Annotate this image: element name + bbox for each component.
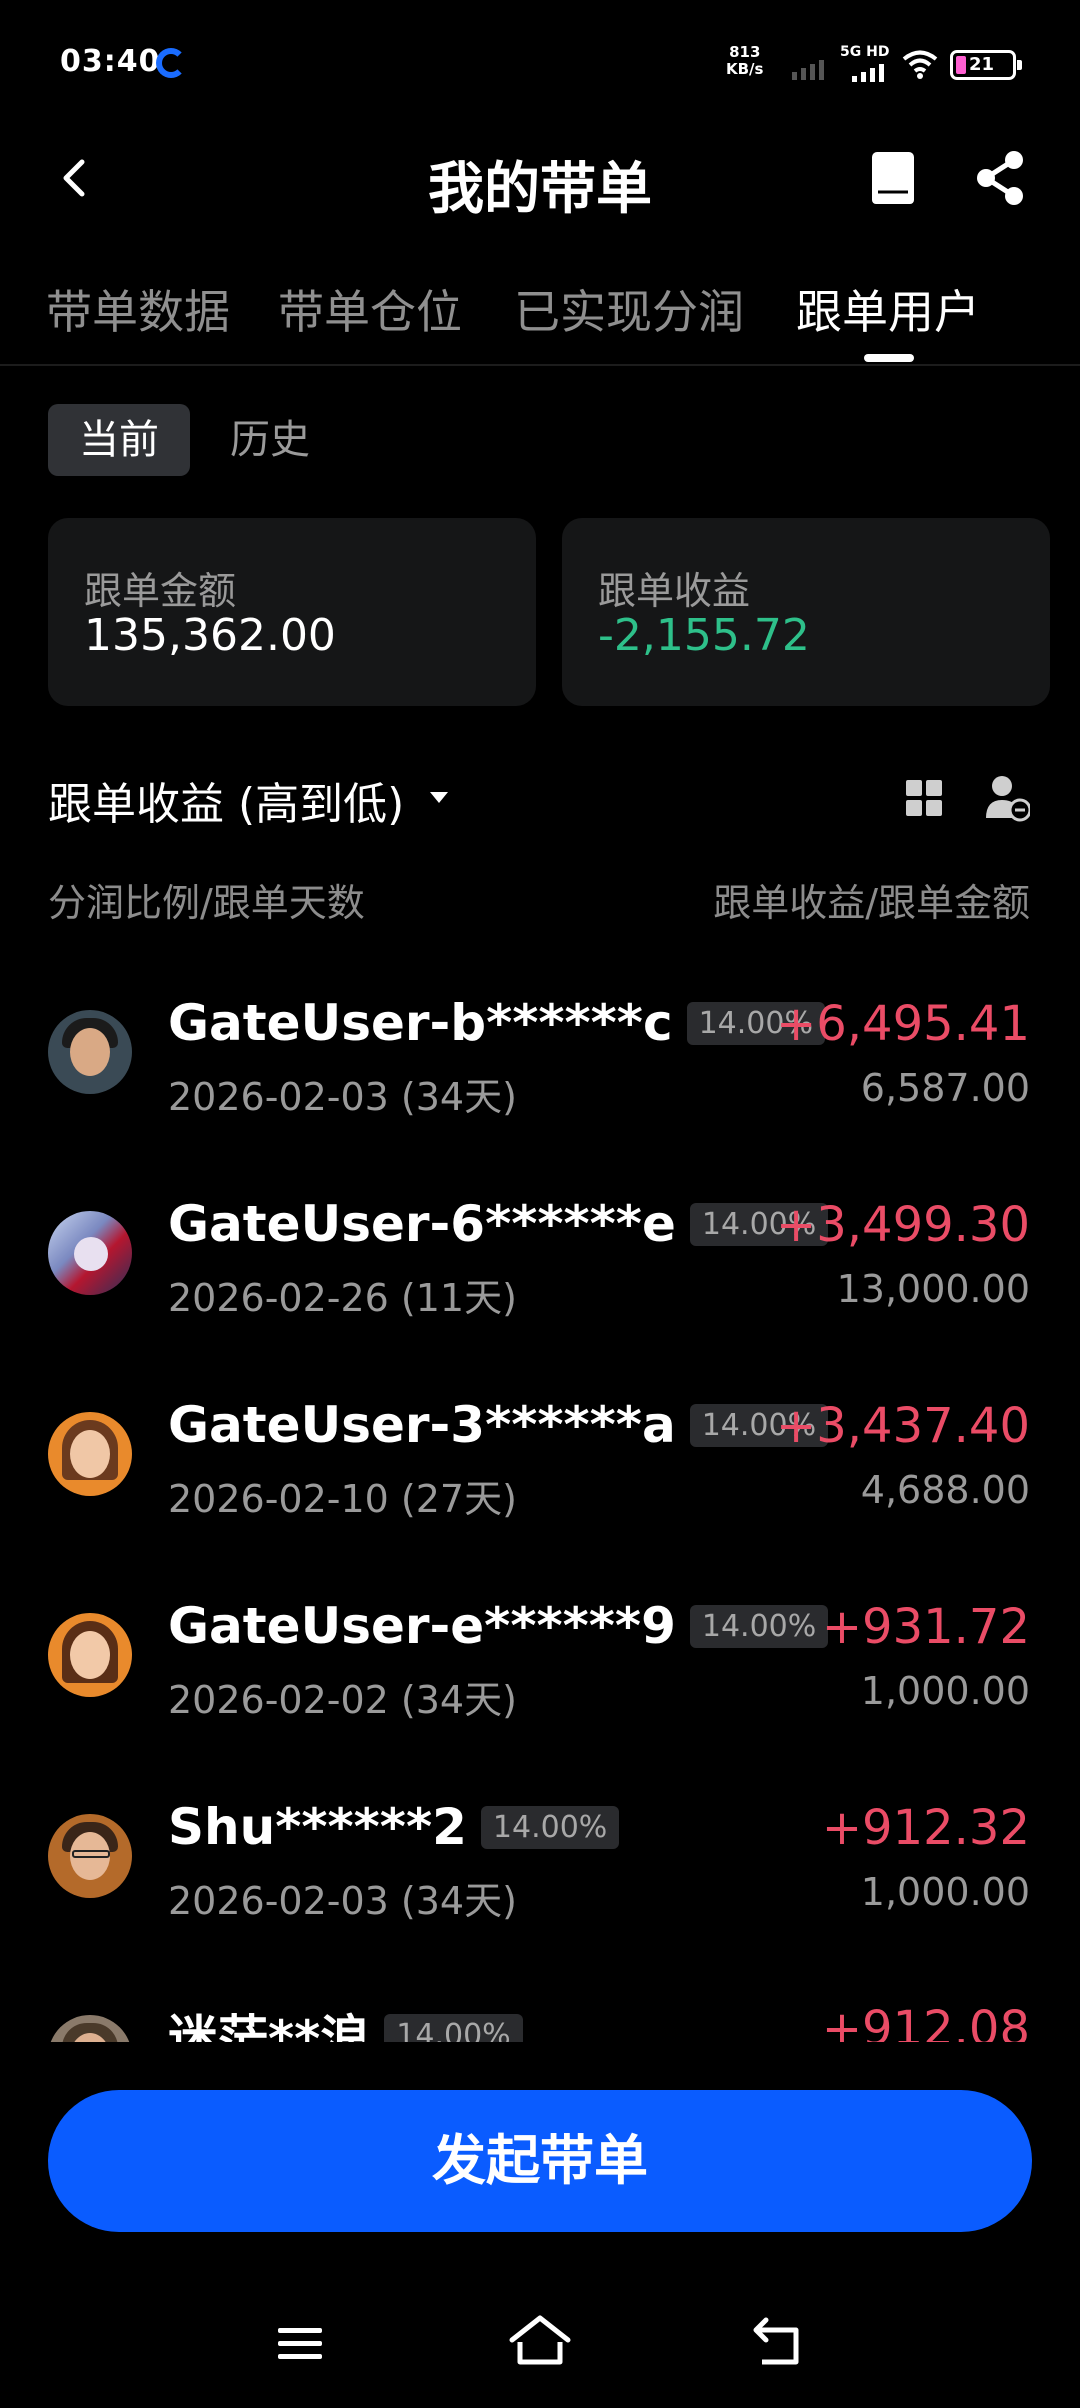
tab-realized-profit-share[interactable]: 已实现分润 <box>514 276 744 342</box>
copy-amount-value: 135,362.00 <box>84 610 336 661</box>
profit-share-ratio-badge: 14.00% <box>689 1604 829 1648</box>
network-speed-value: 813 <box>729 43 761 61</box>
tab-positions[interactable]: 带单仓位 <box>278 276 462 342</box>
page-title: 我的带单 <box>428 157 652 222</box>
follow-date: 2026-02-10 (27天) <box>168 1477 517 1521</box>
wifi-icon <box>902 50 938 79</box>
caret-down-icon[interactable] <box>430 792 448 803</box>
follower-name: GateUser-e******9 <box>168 1597 676 1655</box>
follow-date: 2026-02-03 (34天) <box>168 1879 517 1923</box>
follower-profit: +3,437.40 <box>776 1398 1030 1454</box>
tab-active-indicator <box>864 354 914 362</box>
follow-date: 2026-02-02 (34天) <box>168 1678 517 1722</box>
follower-profit: +3,499.30 <box>776 1197 1030 1253</box>
header: 我的带单 <box>0 130 1080 226</box>
follower-row[interactable]: GateUser-3******a 14.00% 2026-02-10 (27天… <box>0 1348 1080 1549</box>
follower-name: GateUser-6******e <box>168 1195 676 1253</box>
tab-bar: 带单数据 带单仓位 已实现分润 跟单用户 <box>0 270 1080 366</box>
segment-current[interactable]: 当前 <box>48 404 190 476</box>
column-header-ratio-days: 分润比例/跟单天数 <box>48 881 365 925</box>
tab-data[interactable]: 带单数据 <box>46 276 230 342</box>
follower-amount: 6,587.00 <box>860 1066 1030 1110</box>
start-lead-trading-button[interactable]: 发起带单 <box>48 2090 1032 2232</box>
status-bar: 03:40 813 KB/s 5G HD 21 <box>0 0 1080 130</box>
grid-view-icon[interactable] <box>904 778 944 818</box>
signal-icon <box>792 56 824 80</box>
copy-profit-label: 跟单收益 <box>598 569 751 613</box>
follow-date: 2026-02-03 (34天) <box>168 1075 517 1119</box>
follower-row[interactable]: GateUser-6******e 14.00% 2026-02-26 (11天… <box>0 1147 1080 1348</box>
app-sync-icon <box>156 48 186 78</box>
book-icon[interactable] <box>868 150 918 206</box>
home-icon[interactable] <box>508 2312 572 2368</box>
copy-amount-label: 跟单金额 <box>84 569 237 613</box>
follower-name: 迷茫**浪 <box>168 2010 371 2042</box>
follower-amount: 1,000.00 <box>860 1669 1030 1713</box>
follower-profit: +931.72 <box>821 1599 1030 1655</box>
avatar <box>48 2015 132 2042</box>
follower-profit: +6,495.41 <box>776 996 1030 1052</box>
copy-profit-card: 跟单收益 -2,155.72 <box>562 518 1050 706</box>
avatar <box>48 1412 132 1496</box>
share-icon[interactable] <box>972 148 1028 208</box>
follower-row[interactable]: GateUser-b******c 14.00% 2026-02-03 (34天… <box>0 946 1080 1147</box>
copy-amount-card: 跟单金额 135,362.00 <box>48 518 536 706</box>
follow-date: 2026-02-26 (11天) <box>168 1276 517 1320</box>
follower-row[interactable]: GateUser-e******9 14.00% 2026-02-02 (34天… <box>0 1549 1080 1750</box>
network-speed-unit: KB/s <box>726 60 764 78</box>
follower-row[interactable]: Shu******2 14.00% 2026-02-03 (34天) +912.… <box>0 1750 1080 1951</box>
avatar <box>48 1010 132 1094</box>
segment-history[interactable]: 历史 <box>230 404 310 476</box>
follower-profit: +912.32 <box>821 1800 1030 1856</box>
follower-name: Shu******2 <box>168 1798 467 1856</box>
column-header-profit-amount: 跟单收益/跟单金额 <box>713 881 1030 925</box>
follower-amount: 4,688.00 <box>860 1468 1030 1512</box>
network-speed: 813 KB/s <box>726 44 763 78</box>
status-time: 03:40 <box>60 44 161 79</box>
sort-dropdown[interactable]: 跟单收益 (高到低) <box>48 768 404 832</box>
battery-icon: 21 <box>950 50 1022 80</box>
follower-amount: 1,000.00 <box>860 1870 1030 1914</box>
follower-list: GateUser-b******c 14.00% 2026-02-03 (34天… <box>0 946 1080 2042</box>
follower-profit: +912.08 <box>821 2001 1030 2042</box>
avatar <box>48 1613 132 1697</box>
follower-name: GateUser-b******c <box>168 994 673 1052</box>
copy-profit-value: -2,155.72 <box>598 610 810 661</box>
follower-amount: 13,000.00 <box>836 1267 1030 1311</box>
avatar <box>48 1814 132 1898</box>
follower-name: GateUser-3******a <box>168 1396 676 1454</box>
tab-followers[interactable]: 跟单用户 <box>796 276 980 342</box>
user-remove-icon[interactable] <box>984 772 1030 822</box>
avatar <box>48 1211 132 1295</box>
menu-icon[interactable] <box>276 2324 324 2364</box>
follower-row[interactable]: 迷茫**浪 14.00% +912.08 <box>0 1951 1080 2042</box>
profit-share-ratio-badge: 14.00% <box>384 2013 523 2042</box>
back-nav-icon[interactable] <box>752 2316 808 2368</box>
profit-share-ratio-badge: 14.00% <box>480 1805 620 1849</box>
battery-level: 21 <box>969 54 995 75</box>
signal-icon <box>852 58 884 82</box>
